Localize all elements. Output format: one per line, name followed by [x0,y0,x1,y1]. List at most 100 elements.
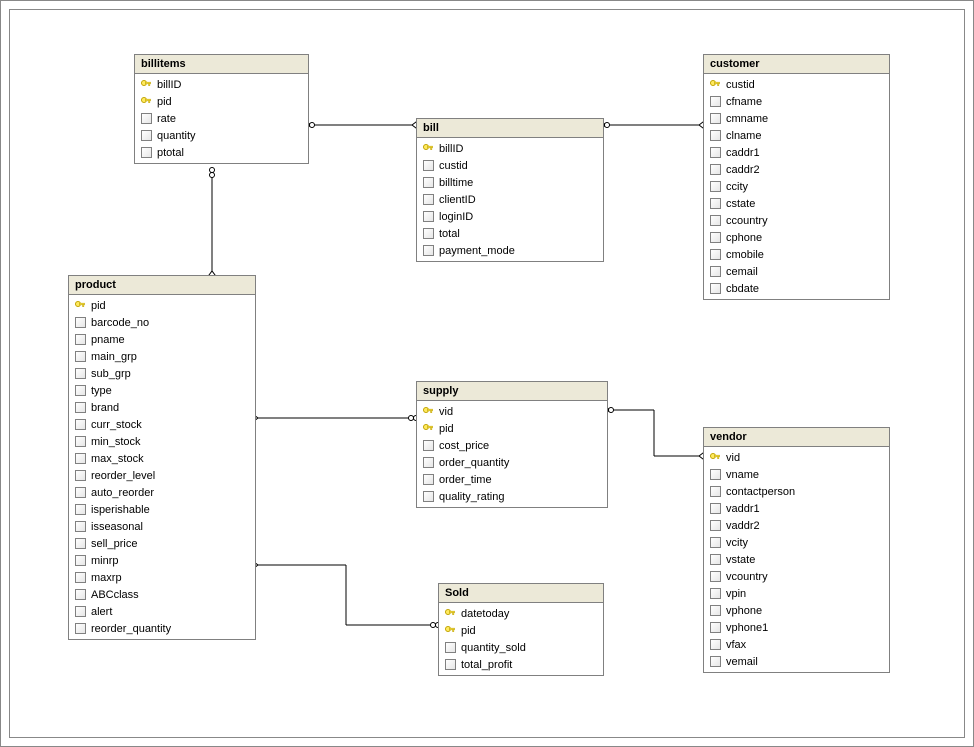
field-billitems-ptotal[interactable]: ptotal [135,144,308,161]
field-bill-billID[interactable]: billID [417,140,603,157]
field-label: auto_reorder [91,487,154,499]
field-customer-ccity[interactable]: ccity [704,178,889,195]
field-product-curr_stock[interactable]: curr_stock [69,416,255,433]
field-bill-clientID[interactable]: clientID [417,191,603,208]
table-title-product[interactable]: product [69,276,255,295]
table-title-vendor[interactable]: vendor [704,428,889,447]
connection-product-sold[interactable] [250,562,441,628]
table-sold[interactable]: Sold datetodaypidquantity_soldtotal_profi… [438,583,604,676]
field-product-minrp[interactable]: minrp [69,552,255,569]
field-supply-vid[interactable]: vid [417,403,607,420]
field-sold-total_profit[interactable]: total_profit [439,656,603,673]
table-title-billitems[interactable]: billitems [135,55,308,74]
field-sold-pid[interactable]: pid [439,622,603,639]
table-title-bill[interactable]: bill [417,119,603,138]
field-billitems-billID[interactable]: billID [135,76,308,93]
field-bill-total[interactable]: total [417,225,603,242]
field-customer-cbdate[interactable]: cbdate [704,280,889,297]
column-icon [73,504,87,516]
field-supply-cost_price[interactable]: cost_price [417,437,607,454]
field-vendor-contactperson[interactable]: contactperson [704,483,889,500]
field-supply-pid[interactable]: pid [417,420,607,437]
field-product-isperishable[interactable]: isperishable [69,501,255,518]
field-sold-quantity_sold[interactable]: quantity_sold [439,639,603,656]
field-customer-clname[interactable]: clname [704,127,889,144]
field-label: payment_mode [439,245,515,257]
table-vendor[interactable]: vendorvidvnamecontactpersonvaddr1vaddr2v… [703,427,890,673]
field-supply-quality_rating[interactable]: quality_rating [417,488,607,505]
column-icon [73,351,87,363]
field-product-type[interactable]: type [69,382,255,399]
field-label: vcountry [726,571,768,583]
field-vendor-vid[interactable]: vid [704,449,889,466]
field-product-min_stock[interactable]: min_stock [69,433,255,450]
field-product-alert[interactable]: alert [69,603,255,620]
field-customer-caddr2[interactable]: caddr2 [704,161,889,178]
field-bill-payment_mode[interactable]: payment_mode [417,242,603,259]
column-icon [73,385,87,397]
field-bill-custid[interactable]: custid [417,157,603,174]
field-product-auto_reorder[interactable]: auto_reorder [69,484,255,501]
field-product-isseasonal[interactable]: isseasonal [69,518,255,535]
field-product-sell_price[interactable]: sell_price [69,535,255,552]
field-customer-cphone[interactable]: cphone [704,229,889,246]
field-product-barcode_no[interactable]: barcode_no [69,314,255,331]
field-vendor-vphone[interactable]: vphone [704,602,889,619]
connection-billitems-product[interactable] [209,168,215,280]
field-bill-loginID[interactable]: loginID [417,208,603,225]
field-billitems-quantity[interactable]: quantity [135,127,308,144]
diagram-canvas[interactable]: billitemsbillIDpidratequantityptotalbill… [10,10,964,737]
field-product-maxrp[interactable]: maxrp [69,569,255,586]
field-product-sub_grp[interactable]: sub_grp [69,365,255,382]
column-icon [708,537,722,549]
field-product-pid[interactable]: pid [69,297,255,314]
field-customer-cmname[interactable]: cmname [704,110,889,127]
column-icon [73,555,87,567]
connection-billitems-bill[interactable] [305,122,421,128]
table-billitems[interactable]: billitemsbillIDpidratequantityptotal [134,54,309,164]
field-customer-custid[interactable]: custid [704,76,889,93]
field-product-max_stock[interactable]: max_stock [69,450,255,467]
field-supply-order_quantity[interactable]: order_quantity [417,454,607,471]
field-billitems-rate[interactable]: rate [135,110,308,127]
field-vendor-vcountry[interactable]: vcountry [704,568,889,585]
field-vendor-vaddr2[interactable]: vaddr2 [704,517,889,534]
field-bill-billtime[interactable]: billtime [417,174,603,191]
field-product-brand[interactable]: brand [69,399,255,416]
table-supply[interactable]: supply vidpidcost_priceorder_quantityorde… [416,381,608,508]
table-body-billitems: billIDpidratequantityptotal [135,74,308,163]
field-vendor-vpin[interactable]: vpin [704,585,889,602]
field-billitems-pid[interactable]: pid [135,93,308,110]
table-bill[interactable]: bill billIDcustidbilltimeclientIDloginIDt… [416,118,604,262]
field-vendor-vstate[interactable]: vstate [704,551,889,568]
field-product-pname[interactable]: pname [69,331,255,348]
field-sold-datetoday[interactable]: datetoday [439,605,603,622]
field-customer-cmobile[interactable]: cmobile [704,246,889,263]
field-vendor-vemail[interactable]: vemail [704,653,889,670]
connection-product-supply[interactable] [250,415,419,421]
field-vendor-vname[interactable]: vname [704,466,889,483]
field-supply-order_time[interactable]: order_time [417,471,607,488]
table-product[interactable]: product pidbarcode_nopnamemain_grpsub_grp… [68,275,256,640]
field-product-ABCclass[interactable]: ABCclass [69,586,255,603]
connection-supply-vendor[interactable] [604,408,708,460]
field-product-main_grp[interactable]: main_grp [69,348,255,365]
field-vendor-vfax[interactable]: vfax [704,636,889,653]
field-product-reorder_quantity[interactable]: reorder_quantity [69,620,255,637]
field-customer-ccountry[interactable]: ccountry [704,212,889,229]
field-vendor-vphone1[interactable]: vphone1 [704,619,889,636]
field-customer-caddr1[interactable]: caddr1 [704,144,889,161]
table-title-supply[interactable]: supply [417,382,607,401]
field-customer-cfname[interactable]: cfname [704,93,889,110]
table-customer[interactable]: customer custidcfnamecmnameclnamecaddr1ca… [703,54,890,300]
field-product-reorder_level[interactable]: reorder_level [69,467,255,484]
field-label: cbdate [726,283,759,295]
table-title-customer[interactable]: customer [704,55,889,74]
field-vendor-vcity[interactable]: vcity [704,534,889,551]
field-customer-cemail[interactable]: cemail [704,263,889,280]
connection-bill-customer[interactable] [600,122,708,128]
table-title-sold[interactable]: Sold [439,584,603,603]
field-vendor-vaddr1[interactable]: vaddr1 [704,500,889,517]
column-icon [443,642,457,654]
field-customer-cstate[interactable]: cstate [704,195,889,212]
